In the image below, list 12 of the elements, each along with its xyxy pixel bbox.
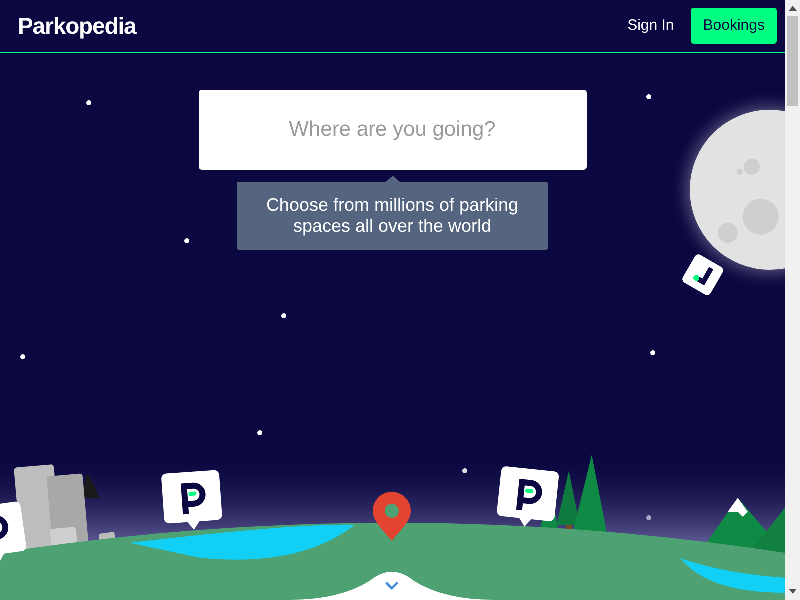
scroll-down-icon[interactable]: [788, 589, 796, 594]
bookings-button[interactable]: Bookings: [691, 8, 777, 44]
logo[interactable]: Parkopedia: [18, 8, 136, 44]
sign-in-link[interactable]: Sign In: [628, 14, 674, 38]
scrollbar-thumb[interactable]: [787, 16, 798, 106]
scroll-up-icon[interactable]: [788, 6, 796, 11]
location-pin-icon: [373, 492, 411, 541]
tooltip-text: Choose from millions of parking spaces all over the world: [237, 182, 548, 250]
parking-sign-icon: [497, 466, 560, 527]
parking-sign-icon: [0, 502, 26, 563]
parking-sign-icon: [162, 470, 222, 530]
search-field[interactable]: Where are you going?: [198, 90, 586, 170]
